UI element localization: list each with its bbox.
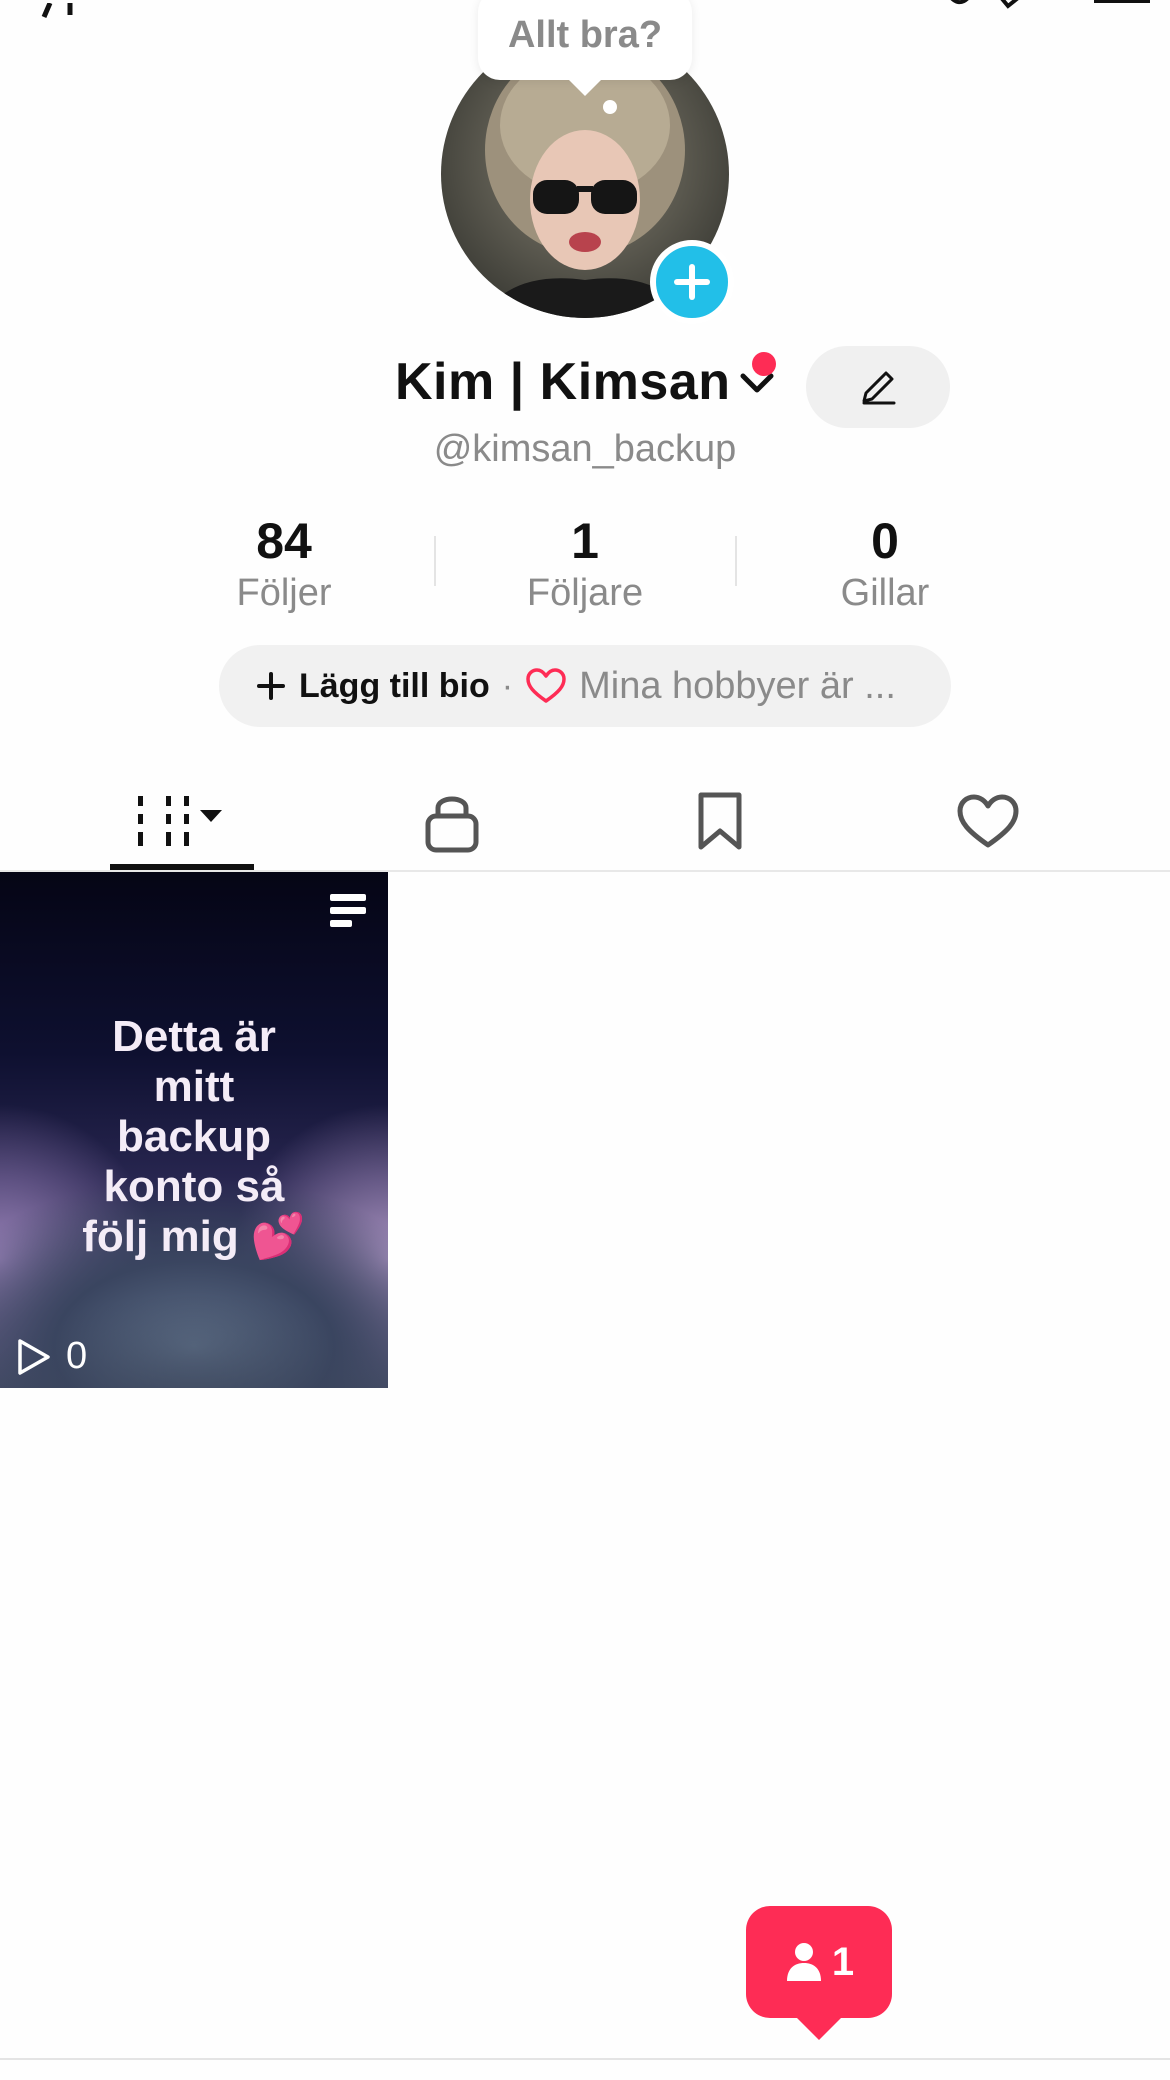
lock-icon bbox=[425, 796, 479, 853]
add-bio-button[interactable]: Lägg till bio · Mina hobbyer är ... bbox=[219, 645, 951, 727]
stat-likes-label: Gillar bbox=[840, 572, 930, 614]
stat-followers-label: Följare bbox=[526, 572, 644, 614]
name-row[interactable]: Kim | Kimsan bbox=[395, 352, 777, 412]
bottom-nav-border bbox=[0, 2058, 1170, 2060]
pencil-icon bbox=[862, 371, 896, 405]
stat-divider bbox=[735, 536, 737, 586]
stat-likes-value: 0 bbox=[871, 513, 899, 569]
text-post-icon bbox=[330, 894, 366, 933]
stat-divider bbox=[434, 536, 436, 586]
videos-grid-icon bbox=[138, 796, 222, 846]
bookmark-icon bbox=[698, 792, 742, 850]
tab-private[interactable] bbox=[380, 772, 524, 872]
stat-following-value: 84 bbox=[256, 513, 312, 569]
stat-followers[interactable]: 1 Följare bbox=[485, 512, 685, 616]
stat-following[interactable]: 84 Följer bbox=[184, 512, 384, 616]
display-name: Kim | Kimsan bbox=[395, 353, 731, 411]
top-right-icons bbox=[938, 0, 1150, 15]
bio-separator: · bbox=[501, 666, 514, 705]
plus-icon bbox=[257, 672, 285, 700]
plus-icon bbox=[674, 264, 710, 300]
menu-icon[interactable] bbox=[1094, 0, 1150, 14]
add-bio-label: Lägg till bio bbox=[299, 666, 490, 705]
tooltip-bubble: Allt bra? bbox=[478, 0, 692, 80]
stat-likes[interactable]: 0 Gillar bbox=[785, 512, 985, 616]
stat-followers-value: 1 bbox=[571, 513, 599, 569]
username: @kimsan_backup bbox=[433, 428, 737, 470]
new-followers-bubble[interactable]: 1 bbox=[746, 1906, 892, 2018]
video-thumbnail[interactable]: Detta är mitt backup konto så följ mig 💕… bbox=[0, 872, 388, 1388]
tab-liked[interactable] bbox=[916, 772, 1060, 872]
stat-following-label: Följer bbox=[236, 572, 332, 614]
notification-dot bbox=[752, 352, 776, 376]
play-icon bbox=[18, 1338, 50, 1375]
add-avatar-button[interactable] bbox=[650, 240, 734, 324]
video-views: 0 bbox=[16, 1335, 87, 1378]
person-icon bbox=[786, 1943, 821, 1981]
tab-videos[interactable] bbox=[110, 772, 254, 872]
top-bar-partial bbox=[40, 0, 100, 32]
video-caption: Detta är mitt backup konto så följ mig 💕 bbox=[82, 1012, 306, 1261]
bubble-dot bbox=[603, 100, 617, 114]
video-view-count: 0 bbox=[66, 1335, 88, 1377]
edit-profile-button[interactable] bbox=[806, 346, 950, 428]
heart-icon bbox=[526, 668, 566, 703]
heart-icon bbox=[957, 794, 1019, 848]
creator-tools-icon[interactable] bbox=[938, 0, 1058, 15]
tab-saved[interactable] bbox=[648, 772, 792, 872]
bio-suggestion: Mina hobbyer är ... bbox=[579, 664, 896, 707]
new-followers-count: 1 bbox=[831, 1939, 855, 1984]
